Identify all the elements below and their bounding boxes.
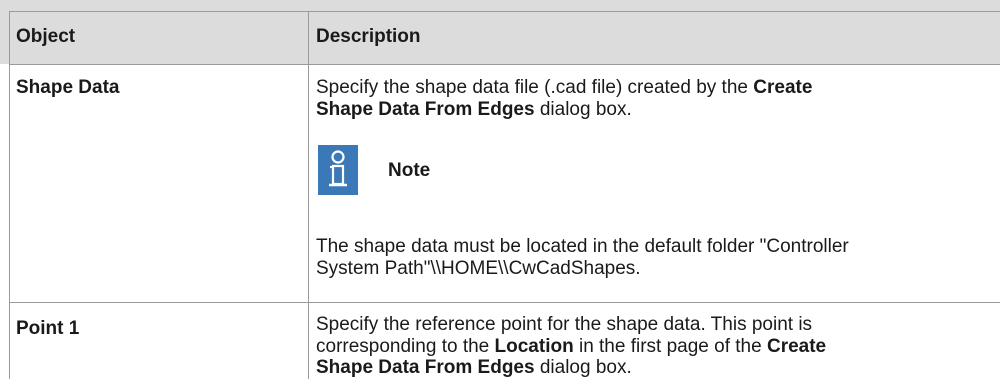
description-text: dialog box.	[534, 99, 632, 120]
description-line: Shape Data From Edges dialog box.	[316, 99, 632, 121]
table-left-border	[9, 11, 10, 379]
description-text: in the first page of the	[573, 336, 767, 357]
dialog-name-text: Shape Data From Edges	[316, 357, 535, 378]
row-divider	[9, 302, 1000, 303]
note-text-line: System Path"\\HOME\\CwCadShapes.	[316, 258, 641, 280]
object-cell-shape-data: Shape Data	[16, 77, 120, 98]
dialog-name-text: Create	[766, 336, 827, 357]
description-text: Specify the shape data file (.cad file) …	[316, 77, 754, 98]
object-description-table: Object Description Shape Data Specify th…	[0, 0, 1000, 379]
table-header-row	[0, 0, 1000, 64]
dialog-name-text: Shape Data From Edges	[316, 99, 535, 120]
note-text-line: The shape data must be located in the de…	[316, 236, 849, 258]
note-text: System Path"\\HOME\\CwCadShapes.	[316, 258, 641, 279]
description-line: Specify the reference point for the shap…	[316, 314, 812, 336]
description-line: corresponding to the Location in the fir…	[316, 336, 826, 358]
object-cell-point-1: Point 1	[16, 318, 80, 339]
description-text: Specify the reference point for the shap…	[316, 314, 813, 335]
dialog-name-text: Create	[753, 77, 813, 98]
location-term-text: Location	[494, 336, 574, 357]
table-top-border	[9, 11, 1000, 12]
description-line: Specify the shape data file (.cad file) …	[316, 77, 812, 99]
column-divider	[308, 11, 309, 379]
description-line: Shape Data From Edges dialog box.	[316, 357, 632, 379]
note-info-icon	[318, 145, 358, 195]
description-text: dialog box.	[534, 357, 632, 378]
note-text: The shape data must be located in the de…	[316, 236, 849, 257]
header-object: Object	[16, 26, 76, 47]
description-text: corresponding to the	[316, 336, 495, 357]
note-label: Note	[388, 160, 431, 181]
header-bottom-border	[9, 64, 1000, 65]
info-person-icon	[318, 145, 358, 195]
header-description: Description	[316, 26, 421, 47]
